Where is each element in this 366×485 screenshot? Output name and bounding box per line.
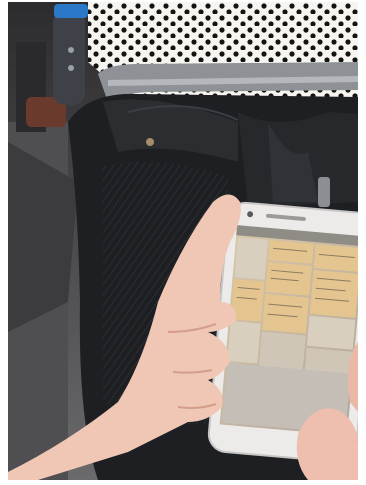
seat-handle [53,10,85,105]
handle-cap-blue [54,4,88,18]
photo-scene [8,2,358,480]
photo [8,2,358,480]
bag-rivet [146,138,154,146]
screen-table [221,237,358,434]
cable-plug [318,177,330,207]
